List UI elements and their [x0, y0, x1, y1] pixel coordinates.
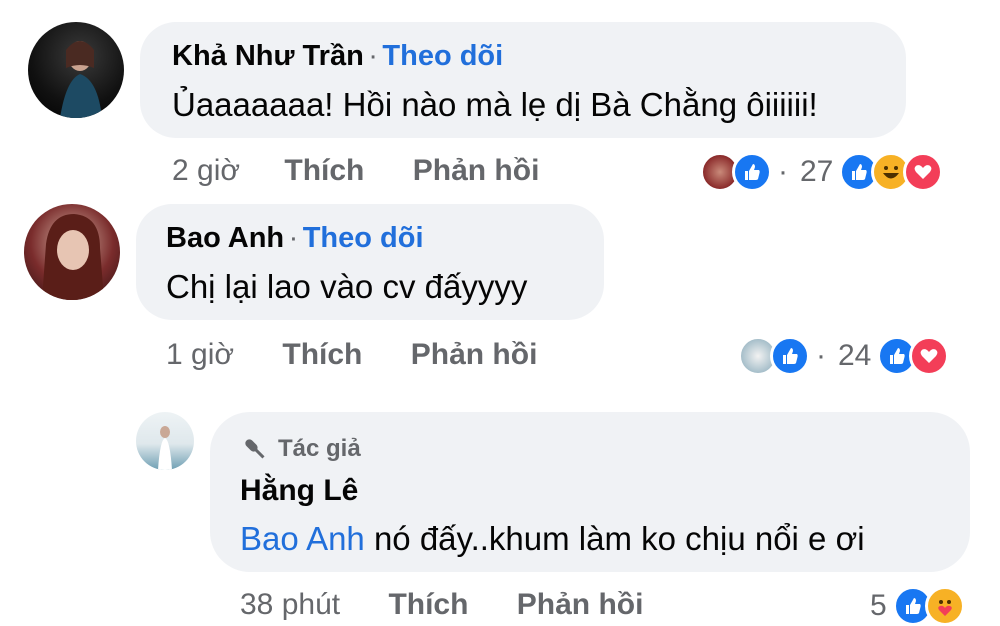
reply-button[interactable]: Phản hồi	[517, 588, 644, 621]
comment-text: Chị lại lao vào cv đấyyyy	[166, 268, 528, 305]
comment-meta: 1 giờ Thích Phản hồi	[166, 338, 537, 372]
avatar[interactable]	[24, 204, 120, 300]
comment-time[interactable]: 2 giờ	[172, 154, 240, 187]
care-reaction-icon	[924, 586, 965, 626]
reactions-summary[interactable]: · 27	[700, 152, 944, 192]
comment-text: Ủaaaaaaa! Hồi nào mà lẹ dị Bà Chằng ôiii…	[172, 86, 818, 123]
reply-time[interactable]: 38 phút	[240, 588, 340, 621]
avatar-photo	[60, 41, 102, 118]
reaction-count: 5	[870, 589, 887, 622]
reply-text: Bao Anh nó đấy..khum làm ko chịu nổi e ơ…	[240, 520, 865, 558]
love-reaction-icon	[903, 152, 944, 192]
comment-header: Bao Anh · Theo dõi	[166, 222, 424, 255]
like-button[interactable]: Thích	[388, 588, 468, 621]
avatar[interactable]	[136, 412, 194, 470]
reply-button[interactable]: Phản hồi	[413, 154, 540, 187]
like-reaction-icon	[732, 152, 772, 192]
reactions-summary[interactable]: · 24	[738, 336, 950, 376]
separator-dot: ·	[288, 222, 299, 254]
reply-author[interactable]: Hằng Lê	[240, 474, 358, 508]
reply-button[interactable]: Phản hồi	[411, 338, 538, 371]
reply-meta: 38 phút Thích Phản hồi	[240, 588, 643, 622]
reactions-summary[interactable]: 5	[864, 586, 965, 626]
reaction-count: 27	[800, 155, 834, 188]
separator-dot: ·	[778, 155, 788, 188]
comment-meta: 2 giờ Thích Phản hồi	[172, 154, 539, 188]
avatar-photo	[158, 426, 172, 470]
comment-author[interactable]: Khả Như Trần	[172, 40, 364, 72]
love-reaction-icon	[909, 336, 950, 376]
author-badge-label: Tác giả	[278, 435, 361, 462]
like-reaction-icon	[770, 336, 810, 376]
reply-body: nó đấy..khum làm ko chịu nổi e ơi	[364, 520, 865, 557]
separator-dot: ·	[816, 339, 826, 372]
like-button[interactable]: Thích	[284, 154, 364, 187]
comment-header: Khả Như Trần · Theo dõi	[172, 40, 503, 73]
microphone-icon	[240, 434, 270, 464]
separator-dot: ·	[368, 40, 378, 72]
comment-time[interactable]: 1 giờ	[166, 338, 234, 371]
like-button[interactable]: Thích	[282, 338, 362, 371]
mention-link[interactable]: Bao Anh	[240, 520, 365, 557]
author-badge: Tác giả	[240, 434, 361, 464]
avatar-photo	[42, 214, 104, 300]
follow-link[interactable]: Theo dõi	[382, 40, 503, 72]
follow-link[interactable]: Theo dõi	[303, 222, 424, 254]
comment-author[interactable]: Bao Anh	[166, 222, 284, 254]
reaction-count: 24	[838, 339, 872, 372]
avatar[interactable]	[28, 22, 124, 118]
